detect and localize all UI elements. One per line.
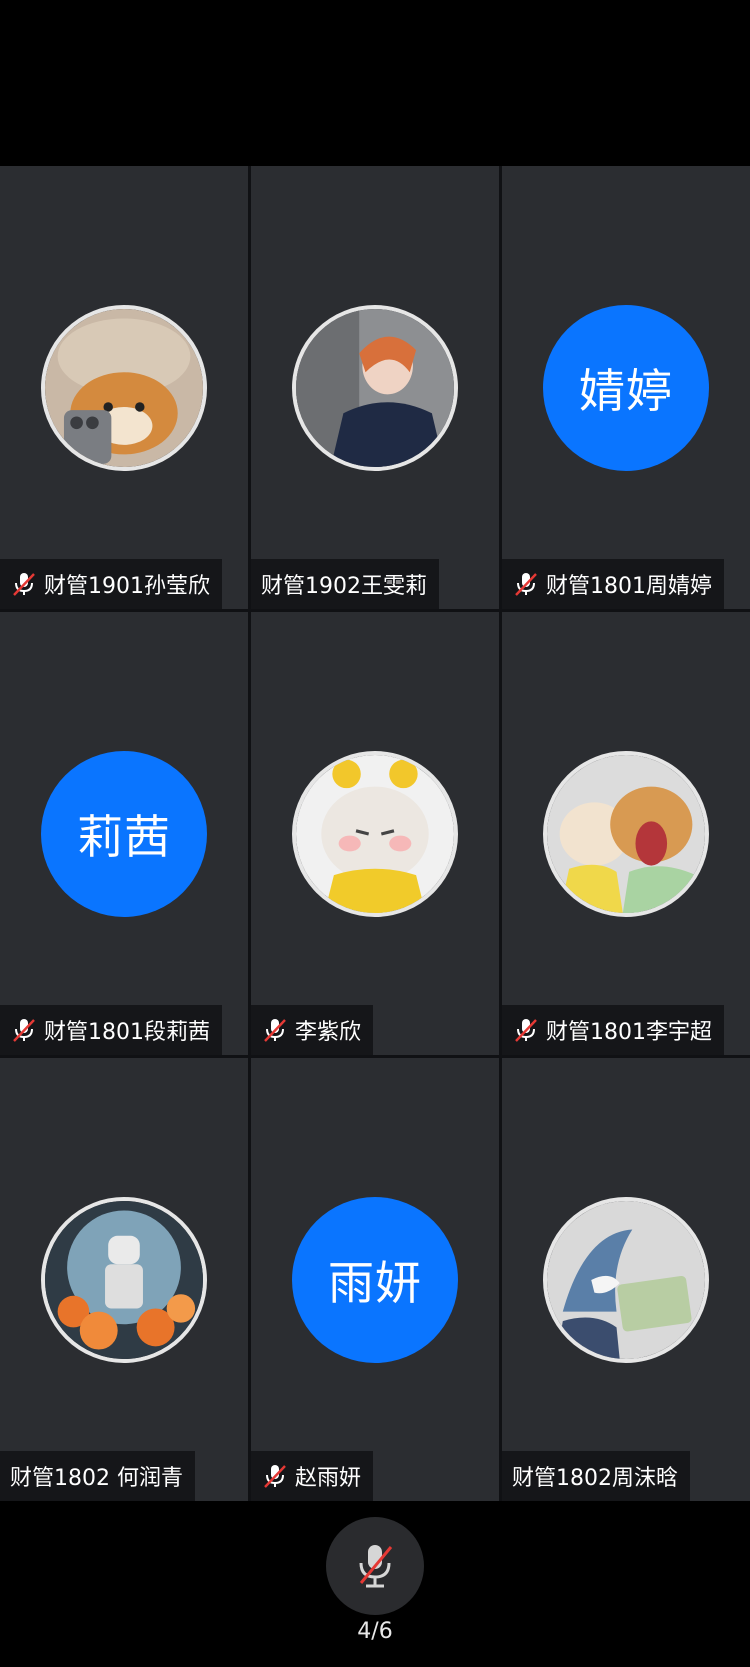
participant-name-tag: 李紫欣 [251, 1005, 374, 1055]
participant-avatar [41, 305, 207, 471]
participant-name: 财管1801李宇超 [546, 1020, 712, 1045]
mic-muted-icon [13, 573, 35, 596]
cosplay-person-avatar-image [296, 309, 454, 467]
participant-name-tag: 财管1901孙莹欣 [0, 559, 222, 609]
participant-name: 财管1801段莉茜 [44, 1020, 210, 1045]
participant-tile-5[interactable]: 李紫欣 [251, 612, 499, 1055]
participant-tile-4[interactable]: 莉茜 财管1801段莉茜 [0, 612, 248, 1055]
avatar-initials: 婧婷 [579, 364, 673, 418]
shiba-dog-avatar-image [45, 309, 203, 467]
participant-tile-9[interactable]: 财管1802周沫晗 [502, 1058, 750, 1501]
astronaut-avatar-image [45, 1201, 203, 1359]
white-cat-avatar-image [296, 755, 454, 913]
cat-and-shiba-avatar-image [547, 755, 705, 913]
participant-name-tag: 财管1902王雯莉 [251, 559, 439, 609]
participant-name: 财管1802周沫晗 [512, 1466, 678, 1491]
mic-muted-icon [13, 1019, 35, 1042]
participant-name-tag: 财管1801李宇超 [502, 1005, 724, 1055]
participant-avatar [292, 751, 458, 917]
participant-initials-avatar: 婧婷 [543, 305, 709, 471]
participant-avatar [543, 1197, 709, 1363]
avatar-initials: 雨妍 [328, 1256, 422, 1310]
mic-muted-icon [515, 573, 537, 596]
participant-name-tag: 财管1801段莉茜 [0, 1005, 222, 1055]
participant-name: 财管1901孙莹欣 [44, 574, 210, 599]
participant-name: 赵雨妍 [295, 1466, 362, 1491]
top-bar [0, 0, 750, 166]
participant-tile-7[interactable]: 财管1802 何润青 [0, 1058, 248, 1501]
participant-tile-1[interactable]: 财管1901孙莹欣 [0, 166, 248, 609]
participant-name-tag: 财管1802 何润青 [0, 1451, 195, 1501]
participant-avatar [41, 1197, 207, 1363]
participant-name-tag: 财管1802周沫晗 [502, 1451, 690, 1501]
shark-plush-avatar-image [547, 1201, 705, 1359]
participant-name-tag: 赵雨妍 [251, 1451, 374, 1501]
participant-initials-avatar: 雨妍 [292, 1197, 458, 1363]
bottom-toolbar: 4/6 [0, 1501, 750, 1667]
participant-avatar [543, 751, 709, 917]
page-indicator: 4/6 [357, 1619, 393, 1644]
mic-muted-icon [264, 1465, 286, 1488]
participant-name: 财管1802 何润青 [10, 1466, 183, 1491]
participant-tile-6[interactable]: 财管1801李宇超 [502, 612, 750, 1055]
participant-name: 财管1801周婧婷 [546, 574, 712, 599]
participant-avatar [292, 305, 458, 471]
participant-name-tag: 财管1801周婧婷 [502, 559, 724, 609]
participant-initials-avatar: 莉茜 [41, 751, 207, 917]
participant-tile-2[interactable]: 财管1902王雯莉 [251, 166, 499, 609]
participant-tile-8[interactable]: 雨妍 赵雨妍 [251, 1058, 499, 1501]
mic-muted-icon [359, 1545, 393, 1588]
participant-tile-3[interactable]: 婧婷 财管1801周婧婷 [502, 166, 750, 609]
mic-toggle-button[interactable] [326, 1517, 424, 1615]
mic-muted-icon [264, 1019, 286, 1042]
mic-muted-icon [515, 1019, 537, 1042]
participant-name: 李紫欣 [295, 1020, 362, 1045]
avatar-initials: 莉茜 [77, 810, 171, 864]
participant-name: 财管1902王雯莉 [261, 574, 427, 599]
participant-grid: 财管1901孙莹欣 财管1902王雯莉 婧婷 财管1801周婧婷 莉茜 财管18… [0, 166, 750, 1501]
